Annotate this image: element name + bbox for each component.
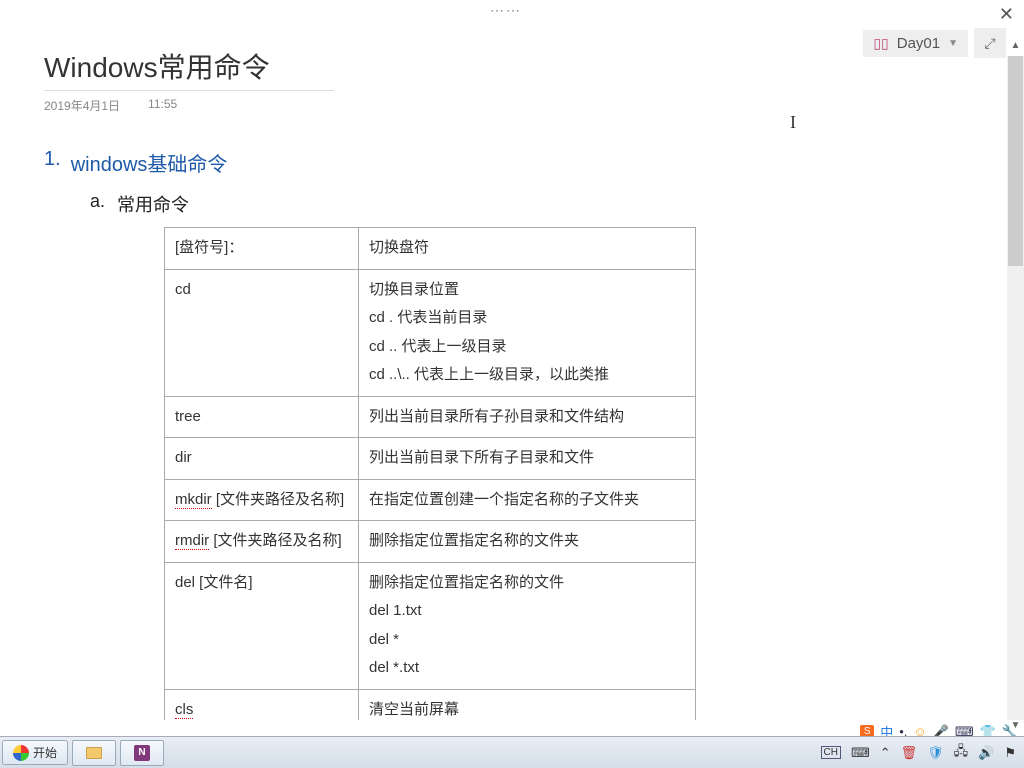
taskbar: 开始 N CH ⌨ ⌃ 🗑 🛡 🖧 🔊 ⚑ <box>0 736 1024 768</box>
task-explorer[interactable] <box>72 740 116 766</box>
table-row[interactable]: cls清空当前屏幕 <box>165 689 696 720</box>
cmd-cell[interactable]: rmdir [文件夹路径及名称] <box>165 521 359 563</box>
onenote-icon: N <box>134 745 150 761</box>
table-row[interactable]: tree列出当前目录所有子孙目录和文件结构 <box>165 396 696 438</box>
tray-delete-icon[interactable]: 🗑 <box>901 745 918 761</box>
heading-2[interactable]: a. 常用命令 <box>90 191 966 217</box>
desc-cell[interactable]: 列出当前目录下所有子目录和文件 <box>359 438 696 480</box>
page-meta: 2019年4月1日 11:55 <box>44 97 966 114</box>
tray-network-icon[interactable]: 🖧 <box>954 742 969 764</box>
table-row[interactable]: mkdir [文件夹路径及名称]在指定位置创建一个指定名称的子文件夹 <box>165 479 696 521</box>
tray-volume-icon[interactable]: 🔊 <box>978 745 994 761</box>
desc-cell[interactable]: 切换盘符 <box>359 228 696 270</box>
page-date: 2019年4月1日 <box>44 97 120 114</box>
cmd-cell[interactable]: del [文件名] <box>165 562 359 689</box>
windows-orb-icon <box>13 745 29 761</box>
page-time: 11:55 <box>148 97 177 114</box>
scrollbar-thumb[interactable] <box>1008 56 1023 266</box>
tray-chevron-icon[interactable]: ⌃ <box>880 745 891 761</box>
desc-cell[interactable]: 在指定位置创建一个指定名称的子文件夹 <box>359 479 696 521</box>
page-title[interactable]: Windows常用命令 <box>44 46 334 91</box>
desc-cell[interactable]: 列出当前目录所有子孙目录和文件结构 <box>359 396 696 438</box>
tray-keyboard-icon[interactable]: ⌨ <box>851 745 870 761</box>
scroll-up-icon[interactable]: ▲ <box>1007 40 1024 56</box>
table-row[interactable]: [盘符号]：切换盘符 <box>165 228 696 270</box>
vertical-scrollbar[interactable]: ▲ ▼ <box>1007 56 1024 720</box>
table-row[interactable]: del [文件名]删除指定位置指定名称的文件del 1.txtdel *del … <box>165 562 696 689</box>
language-indicator[interactable]: CH <box>821 746 841 759</box>
cmd-cell[interactable]: dir <box>165 438 359 480</box>
desc-cell[interactable]: 切换目录位置cd . 代表当前目录cd .. 代表上一级目录cd ..\.. 代… <box>359 269 696 396</box>
desc-cell[interactable]: 清空当前屏幕 <box>359 689 696 720</box>
cmd-cell[interactable]: [盘符号]： <box>165 228 359 270</box>
heading-1[interactable]: 1. windows基础命令 <box>44 148 966 177</box>
start-label: 开始 <box>33 744 57 761</box>
desc-cell[interactable]: 删除指定位置指定名称的文件del 1.txtdel *del *.txt <box>359 562 696 689</box>
tray-shield-icon[interactable]: 🛡 <box>927 745 944 761</box>
drag-handle-dots: ⋯⋯ <box>490 2 522 19</box>
cmd-cell[interactable]: mkdir [文件夹路径及名称] <box>165 479 359 521</box>
h1-number: 1. <box>44 148 61 177</box>
note-body[interactable]: Windows常用命令 2019年4月1日 11:55 1. windows基础… <box>0 40 1006 720</box>
table-row[interactable]: dir列出当前目录下所有子目录和文件 <box>165 438 696 480</box>
commands-table[interactable]: [盘符号]：切换盘符cd切换目录位置cd . 代表当前目录cd .. 代表上一级… <box>164 227 696 720</box>
h1-text: windows基础命令 <box>71 148 228 177</box>
h2-text: 常用命令 <box>117 191 189 217</box>
table-row[interactable]: cd切换目录位置cd . 代表当前目录cd .. 代表上一级目录cd ..\..… <box>165 269 696 396</box>
folder-icon <box>86 747 102 759</box>
h2-number: a. <box>90 191 105 217</box>
tray-flag-icon[interactable]: ⚑ <box>1004 745 1016 761</box>
desc-cell[interactable]: 删除指定位置指定名称的文件夹 <box>359 521 696 563</box>
start-button[interactable]: 开始 <box>2 740 68 765</box>
close-icon[interactable]: ✕ <box>999 4 1014 25</box>
cmd-cell[interactable]: cls <box>165 689 359 720</box>
cmd-cell[interactable]: cd <box>165 269 359 396</box>
table-row[interactable]: rmdir [文件夹路径及名称]删除指定位置指定名称的文件夹 <box>165 521 696 563</box>
cmd-cell[interactable]: tree <box>165 396 359 438</box>
task-onenote[interactable]: N <box>120 740 164 766</box>
